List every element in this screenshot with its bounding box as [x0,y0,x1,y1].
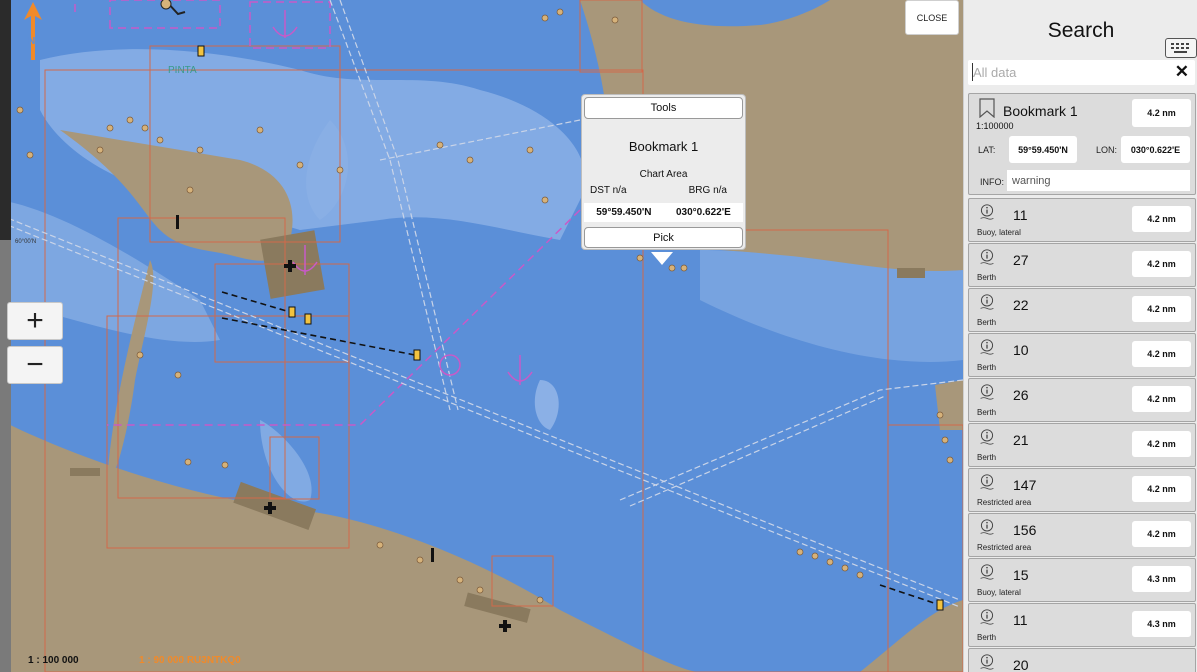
info-icon [980,564,994,580]
lat-label: LAT: [978,145,996,155]
popup-lon: 030°0.622'E [675,207,731,218]
close-button[interactable]: CLOSE [905,0,959,35]
info-field[interactable]: warning [1007,170,1190,191]
result-distance-badge: 4.2 nm [1132,476,1191,502]
result-item[interactable]: 27 Berth 4.2 nm [968,243,1196,287]
search-box: ✕ [968,60,1195,85]
bookmark-icon [979,98,995,118]
result-distance-badge: 4.2 nm [1132,386,1191,412]
popup-pointer [651,252,673,265]
info-icon [980,474,994,490]
info-icon [980,519,994,535]
keyboard-icon[interactable] [1165,38,1197,58]
info-icon [980,429,994,445]
result-type: Berth [977,273,997,282]
result-type: Buoy, lateral [977,228,1021,237]
popup-distance: DST n/a [590,185,627,196]
clear-search-icon[interactable]: ✕ [1175,63,1189,81]
popup-title: Bookmark 1 [628,139,699,154]
popup-bearing: BRG n/a [688,185,727,196]
result-item[interactable]: 156 Restricted area 4.2 nm [968,513,1196,557]
result-number: 11 [1013,207,1028,223]
result-number: 15 [1013,567,1029,583]
result-distance-badge: 4.2 nm [1132,296,1191,322]
scale-label: 1 : 100 000 [28,655,79,666]
result-distance-badge: 4.3 nm [1132,566,1191,592]
result-item[interactable]: 10 Berth 4.2 nm [968,333,1196,377]
lat-grid-label: 60°00'N [15,239,36,245]
result-type: Berth [977,453,997,462]
popup-chart-area: Chart Area [639,169,688,180]
info-icon [980,339,994,355]
info-icon [980,609,994,625]
result-type: Berth [977,318,997,327]
bookmark-name: Bookmark 1 [1003,103,1078,119]
result-distance-badge: 4.2 nm [1132,341,1191,367]
result-number: 22 [1013,297,1029,313]
popup-coordinates: 59°59.450'N 030°0.622'E [584,203,743,222]
chart-map[interactable]: PINTA 60°00'N N + − 1 : 100 000 1 : 90 0… [0,0,963,672]
info-icon [980,294,994,310]
result-item[interactable]: 26 Berth 4.2 nm [968,378,1196,422]
info-icon [980,204,994,220]
zoom-out-button[interactable]: − [7,346,63,384]
search-panel: Search ✕ Bookmark 1 1:100000 4.2 nm LAT:… [963,0,1197,672]
result-distance-badge: 4.2 nm [1132,251,1191,277]
lon-value: 030°0.622'E [1121,136,1190,163]
lat-value: 59°59.450'N [1009,136,1077,163]
result-item[interactable]: 22 Berth 4.2 nm [968,288,1196,332]
pick-button[interactable]: Pick [584,227,743,248]
result-number: 26 [1013,387,1029,403]
chart-label-pinta: PINTA [168,65,197,76]
lon-label: LON: [1096,145,1118,155]
result-distance-badge: 4.2 nm [1132,206,1191,232]
result-number: 20 [1013,657,1029,672]
bookmark-popup: Tools Bookmark 1 Chart Area DST n/a BRG … [581,94,746,250]
result-distance-badge: 4.3 nm [1132,611,1191,637]
result-distance-badge: 4.2 nm [1132,431,1191,457]
result-item[interactable]: 21 Berth 4.2 nm [968,423,1196,467]
info-icon [980,654,994,670]
result-type: Restricted area [977,543,1032,552]
result-type: Berth [977,408,997,417]
chart-scale-label: 1 : 90 000 RU3NTKQ0 [139,655,241,666]
zoom-in-button[interactable]: + [7,302,63,340]
result-type: Restricted area [977,498,1032,507]
result-item[interactable]: 11 Buoy, lateral 4.2 nm [968,198,1196,242]
panel-title: Search [1047,19,1115,42]
bookmark-scale: 1:100000 [976,121,1014,131]
result-type: Berth [977,363,997,372]
info-icon [980,249,994,265]
result-type: Berth [977,633,997,642]
result-item[interactable]: 147 Restricted area 4.2 nm [968,468,1196,512]
search-input[interactable] [972,63,1169,81]
chart-canvas[interactable]: PINTA 60°00'N [0,0,963,672]
result-number: 21 [1013,432,1029,448]
result-distance-badge: 4.2 nm [1132,521,1191,547]
result-item[interactable]: 11 Berth 4.3 nm [968,603,1196,647]
tools-button[interactable]: Tools [584,97,743,119]
result-number: 27 [1013,252,1029,268]
result-type: Buoy, lateral [977,588,1021,597]
result-number: 11 [1013,612,1028,628]
result-item[interactable]: 20 [968,648,1196,672]
info-icon [980,384,994,400]
svg-text:N: N [28,36,35,47]
bookmark-card[interactable]: Bookmark 1 1:100000 4.2 nm LAT: 59°59.45… [968,93,1196,195]
result-number: 147 [1013,477,1037,493]
result-item[interactable]: 15 Buoy, lateral 4.3 nm [968,558,1196,602]
result-number: 156 [1013,522,1037,538]
result-number: 10 [1013,342,1029,358]
info-label: INFO: [980,177,1004,187]
north-arrow-icon[interactable]: N [22,2,44,62]
popup-lat: 59°59.450'N [596,207,652,218]
bookmark-distance-badge: 4.2 nm [1132,99,1191,127]
